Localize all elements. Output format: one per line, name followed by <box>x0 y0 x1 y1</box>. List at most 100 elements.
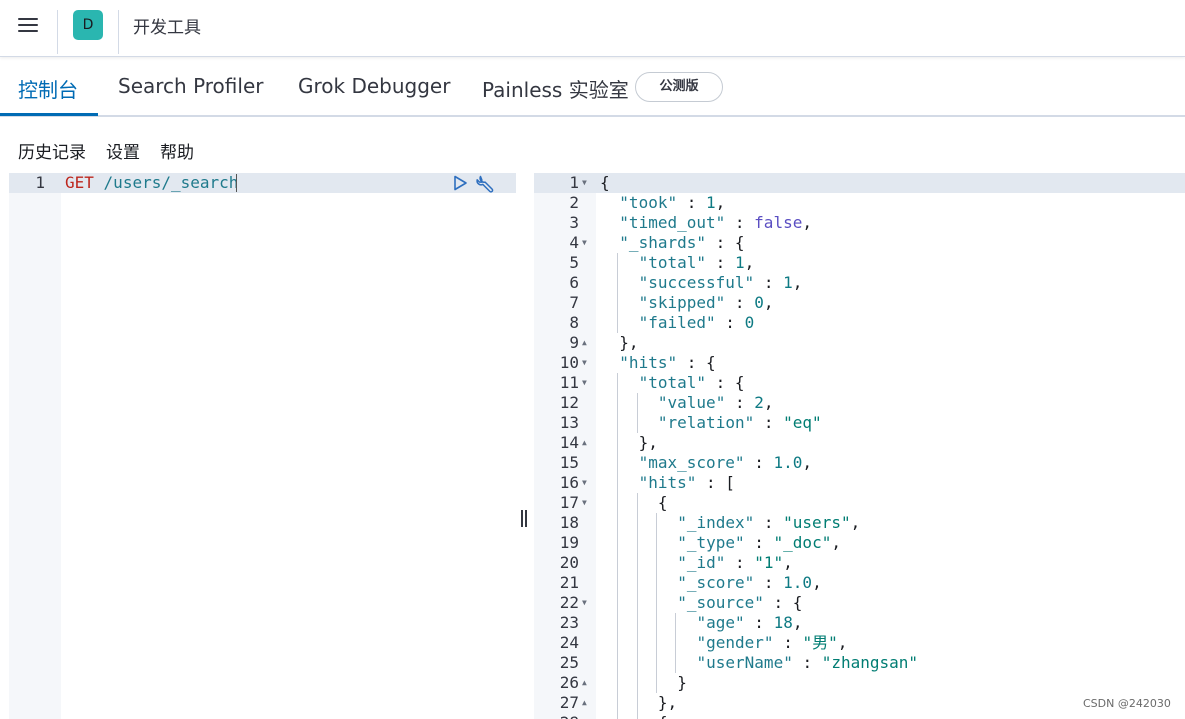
fold-arrow-up-icon[interactable]: ▲ <box>582 433 587 453</box>
tab-grok-debugger[interactable]: Grok Debugger <box>298 74 450 98</box>
json-token: "zhangsan" <box>821 653 919 672</box>
json-token: "relation" <box>657 413 755 432</box>
json-token: , <box>744 253 755 272</box>
devtools-tabs: 控制台 Search Profiler Grok Debugger Painle… <box>0 58 1185 117</box>
response-line: 25 "userName" : "zhangsan" <box>534 653 1185 673</box>
response-line: 22 ▼ "_source" : { <box>534 593 1185 613</box>
json-token: "_index" <box>677 513 755 532</box>
line-number: 9 <box>569 333 579 352</box>
json-token: "users" <box>783 513 851 532</box>
beta-badge: 公测版 <box>635 72 723 102</box>
hamburger-menu-icon[interactable] <box>14 12 42 40</box>
json-token: 2 <box>754 393 764 412</box>
json-token: , <box>792 273 803 292</box>
json-token: : <box>677 193 706 212</box>
fold-arrow-down-icon[interactable]: ▼ <box>582 373 587 393</box>
json-token: , <box>763 293 774 312</box>
fold-arrow-up-icon[interactable]: ▲ <box>582 693 587 713</box>
line-number: 15 <box>559 453 579 472</box>
response-line: 9 ▲}, <box>534 333 1185 353</box>
json-token: : <box>725 293 755 312</box>
json-token: : <box>792 653 822 672</box>
space-avatar[interactable]: D <box>73 10 103 40</box>
response-line: 18 "_index" : "users", <box>534 513 1185 533</box>
fold-arrow-down-icon[interactable]: ▼ <box>582 473 587 493</box>
response-line: 5 "total" : 1, <box>534 253 1185 273</box>
tab-search-profiler[interactable]: Search Profiler <box>118 74 263 98</box>
fold-arrow-down-icon[interactable]: ▼ <box>582 493 587 513</box>
history-link[interactable]: 历史记录 <box>18 143 86 163</box>
json-token: "value" <box>657 393 726 412</box>
fold-arrow-down-icon[interactable]: ▼ <box>582 593 587 613</box>
help-link[interactable]: 帮助 <box>160 143 194 163</box>
json-token: : <box>754 413 784 432</box>
fold-arrow-down-icon[interactable]: ▼ <box>582 173 587 193</box>
play-icon[interactable] <box>452 175 468 191</box>
line-number: 16 <box>559 473 579 492</box>
request-line[interactable]: GET /users/_search <box>65 173 238 193</box>
json-token: "timed_out" <box>619 213 726 232</box>
fold-arrow-down-icon[interactable]: ▼ <box>582 353 587 373</box>
line-number: 21 <box>559 573 579 592</box>
fold-arrow-down-icon[interactable]: ▼ <box>582 233 587 253</box>
json-code: }, <box>658 693 677 713</box>
line-number: 27 <box>559 693 579 712</box>
response-line: 3 "timed_out" : false, <box>534 213 1185 233</box>
tab-painless-lab[interactable]: Painless 实验室 <box>482 74 629 103</box>
response-line: 4 ▼ "_shards" : { <box>534 233 1185 253</box>
fold-arrow-up-icon[interactable]: ▲ <box>582 333 587 353</box>
breadcrumb-page-title: 开发工具 <box>133 18 201 38</box>
json-token: : <box>725 553 755 572</box>
json-token: , <box>802 213 812 232</box>
response-viewer[interactable]: 1 ▼{2 "took" : 1, 3 "timed_out" : false, 4 ▼ "_… <box>534 173 1185 719</box>
response-line: 15 "max_score" : 1.0, <box>534 453 1185 473</box>
json-token: 0 <box>754 293 764 312</box>
response-line: 24 "gender" : "男", <box>534 633 1185 653</box>
json-token: , <box>802 453 813 472</box>
json-token: , <box>783 553 793 572</box>
response-line: 17 ▼ { <box>534 493 1185 513</box>
json-token: : { <box>677 353 716 372</box>
console-subnav: 历史记录 设置 帮助 <box>18 138 214 163</box>
json-token: : <box>773 633 803 652</box>
json-code: "value" : 2, <box>658 393 774 413</box>
response-line: 11 ▼ "total" : { <box>534 373 1185 393</box>
line-number: 14 <box>559 433 579 452</box>
json-token: 18 <box>773 613 793 632</box>
line-number: 28 <box>534 713 579 719</box>
json-code: "_source" : { <box>677 593 802 613</box>
line-number: 23 <box>559 613 579 632</box>
json-code: "_score" : 1.0, <box>677 573 822 593</box>
json-code: "hits" : { <box>619 353 715 373</box>
json-code: { <box>600 173 610 193</box>
line-number: 20 <box>559 553 579 572</box>
fold-arrow-up-icon[interactable]: ▲ <box>582 673 587 693</box>
response-line: 8 "failed" : 0 <box>534 313 1185 333</box>
wrench-icon[interactable] <box>475 174 495 194</box>
pane-resize-handle[interactable] <box>519 510 529 528</box>
json-token: : <box>754 573 784 592</box>
tab-console[interactable]: 控制台 <box>18 74 78 103</box>
json-code: "_index" : "users", <box>677 513 860 533</box>
line-number: 2 <box>569 193 579 212</box>
line-number: 24 <box>559 633 579 652</box>
response-line: 26 ▲} <box>534 673 1185 693</box>
json-code: "relation" : "eq" <box>658 413 822 433</box>
json-token: "hits" <box>638 473 697 492</box>
json-token: "total" <box>638 253 707 272</box>
json-token: : { <box>706 233 745 252</box>
response-line: 1 ▼ { <box>534 173 1185 193</box>
json-token: : [ <box>696 473 735 492</box>
json-code: "_id" : "1", <box>677 553 793 573</box>
json-token: "eq" <box>783 413 822 432</box>
json-token: false <box>754 213 803 232</box>
text-cursor <box>236 174 237 192</box>
json-token: , <box>812 573 822 592</box>
line-number: 22 <box>559 593 579 612</box>
request-editor[interactable]: 1 GET /users/_search <box>9 173 516 719</box>
line-number: 1 <box>35 173 45 192</box>
json-token: { <box>600 173 610 192</box>
json-token: }, <box>638 433 658 452</box>
settings-link[interactable]: 设置 <box>106 143 140 163</box>
json-token: "_source" <box>677 593 764 612</box>
